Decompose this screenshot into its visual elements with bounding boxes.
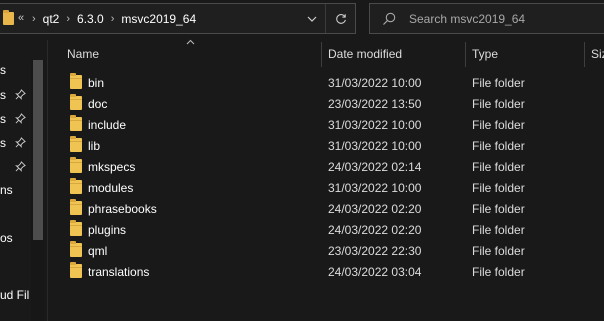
pin-icon — [15, 89, 26, 100]
folder-icon — [70, 136, 82, 152]
file-date: 24/03/2022 02:14 — [328, 160, 422, 174]
file-type: File folder — [472, 181, 525, 195]
address-bar[interactable]: « › qt2 › 6.3.0 › msvc2019_64 — [0, 3, 356, 34]
file-date: 24/03/2022 02:20 — [328, 223, 422, 237]
column-header-type[interactable]: Type — [472, 47, 498, 61]
pin-icon — [15, 113, 26, 124]
folder-icon — [70, 115, 82, 131]
column-header-date-modified[interactable]: Date modified — [328, 47, 402, 61]
breadcrumb-item[interactable]: 6.3.0 — [73, 12, 108, 26]
file-date: 31/03/2022 10:00 — [328, 76, 422, 90]
folder-icon — [70, 73, 82, 89]
nav-item[interactable]: ns — [0, 183, 13, 197]
file-row[interactable]: qml 23/03/2022 22:30 File folder — [48, 240, 604, 261]
file-row[interactable]: plugins 24/03/2022 02:20 File folder — [48, 219, 604, 240]
file-row[interactable]: translations 24/03/2022 03:04 File folde… — [48, 261, 604, 282]
folder-icon — [70, 262, 82, 278]
refresh-icon — [335, 13, 346, 24]
nav-item[interactable]: os — [0, 231, 13, 245]
breadcrumb-item[interactable]: msvc2019_64 — [117, 12, 200, 26]
file-date: 31/03/2022 10:00 — [328, 139, 422, 153]
file-name: translations — [88, 265, 150, 279]
nav-item[interactable]: s — [0, 112, 6, 126]
file-row[interactable]: include 31/03/2022 10:00 File folder — [48, 114, 604, 135]
column-divider[interactable] — [465, 42, 466, 67]
breadcrumb-separator[interactable]: › — [63, 13, 73, 25]
file-name: qml — [88, 244, 108, 258]
column-divider[interactable] — [321, 42, 322, 67]
search-box[interactable]: Search msvc2019_64 — [369, 3, 604, 34]
file-name: modules — [88, 181, 134, 195]
nav-item[interactable]: s — [0, 136, 6, 150]
refresh-button[interactable] — [325, 4, 355, 33]
column-header-name[interactable]: Name — [67, 47, 99, 61]
file-date: 31/03/2022 10:00 — [328, 181, 422, 195]
file-type: File folder — [472, 244, 525, 258]
folder-icon — [70, 157, 82, 173]
file-name: mkspecs — [88, 160, 136, 174]
file-name: plugins — [88, 223, 127, 237]
file-type: File folder — [472, 160, 525, 174]
file-type: File folder — [472, 139, 525, 153]
navigation-pane: s s s s ns os ud Fil — [0, 40, 46, 321]
file-type: File folder — [472, 265, 525, 279]
file-name: doc — [88, 97, 108, 111]
breadcrumb-item[interactable]: qt2 — [39, 12, 64, 26]
column-header-size[interactable]: Siz — [591, 47, 604, 61]
nav-scrollbar-thumb[interactable] — [33, 60, 43, 240]
file-date: 23/03/2022 22:30 — [328, 244, 422, 258]
file-date: 23/03/2022 13:50 — [328, 97, 422, 111]
address-dropdown-button[interactable] — [301, 4, 323, 33]
column-divider[interactable] — [584, 42, 585, 67]
column-headers: Name Date modified Type Siz — [48, 39, 604, 68]
file-name: bin — [88, 76, 105, 90]
breadcrumb-overflow[interactable]: « — [18, 12, 24, 24]
folder-icon — [3, 10, 14, 25]
nav-item[interactable]: ud Fil — [0, 288, 29, 302]
file-date: 24/03/2022 03:04 — [328, 265, 422, 279]
folder-icon — [70, 199, 82, 215]
folder-icon — [70, 178, 82, 194]
file-type: File folder — [472, 223, 525, 237]
breadcrumb-separator[interactable]: › — [108, 13, 118, 25]
address-toolbar: « › qt2 › 6.3.0 › msvc2019_64 Search msv… — [0, 0, 604, 40]
search-input[interactable]: Search msvc2019_64 — [409, 12, 525, 26]
sort-ascending-icon — [186, 39, 195, 45]
file-type: File folder — [472, 118, 525, 132]
search-icon — [383, 12, 396, 25]
breadcrumb: › qt2 › 6.3.0 › msvc2019_64 — [29, 12, 200, 26]
pin-icon — [15, 161, 26, 172]
file-name: phrasebooks — [88, 202, 157, 216]
file-name: lib — [88, 139, 101, 153]
file-row[interactable]: phrasebooks 24/03/2022 02:20 File folder — [48, 198, 604, 219]
folder-icon — [70, 220, 82, 236]
file-date: 24/03/2022 02:20 — [328, 202, 422, 216]
pin-icon — [15, 137, 26, 148]
file-date: 31/03/2022 10:00 — [328, 118, 422, 132]
file-row[interactable]: doc 23/03/2022 13:50 File folder — [48, 93, 604, 114]
chevron-down-icon — [307, 16, 317, 22]
nav-item[interactable]: s — [0, 88, 6, 102]
file-type: File folder — [472, 202, 525, 216]
breadcrumb-separator[interactable]: › — [29, 13, 39, 25]
folder-icon — [70, 241, 82, 257]
folder-icon — [70, 94, 82, 110]
file-name: include — [88, 118, 127, 132]
file-row[interactable]: lib 31/03/2022 10:00 File folder — [48, 135, 604, 156]
file-type: File folder — [472, 76, 525, 90]
nav-item[interactable]: s — [0, 63, 6, 77]
file-row[interactable]: mkspecs 24/03/2022 02:14 File folder — [48, 156, 604, 177]
file-row[interactable]: bin 31/03/2022 10:00 File folder — [48, 72, 604, 93]
file-row[interactable]: modules 31/03/2022 10:00 File folder — [48, 177, 604, 198]
file-type: File folder — [472, 97, 525, 111]
